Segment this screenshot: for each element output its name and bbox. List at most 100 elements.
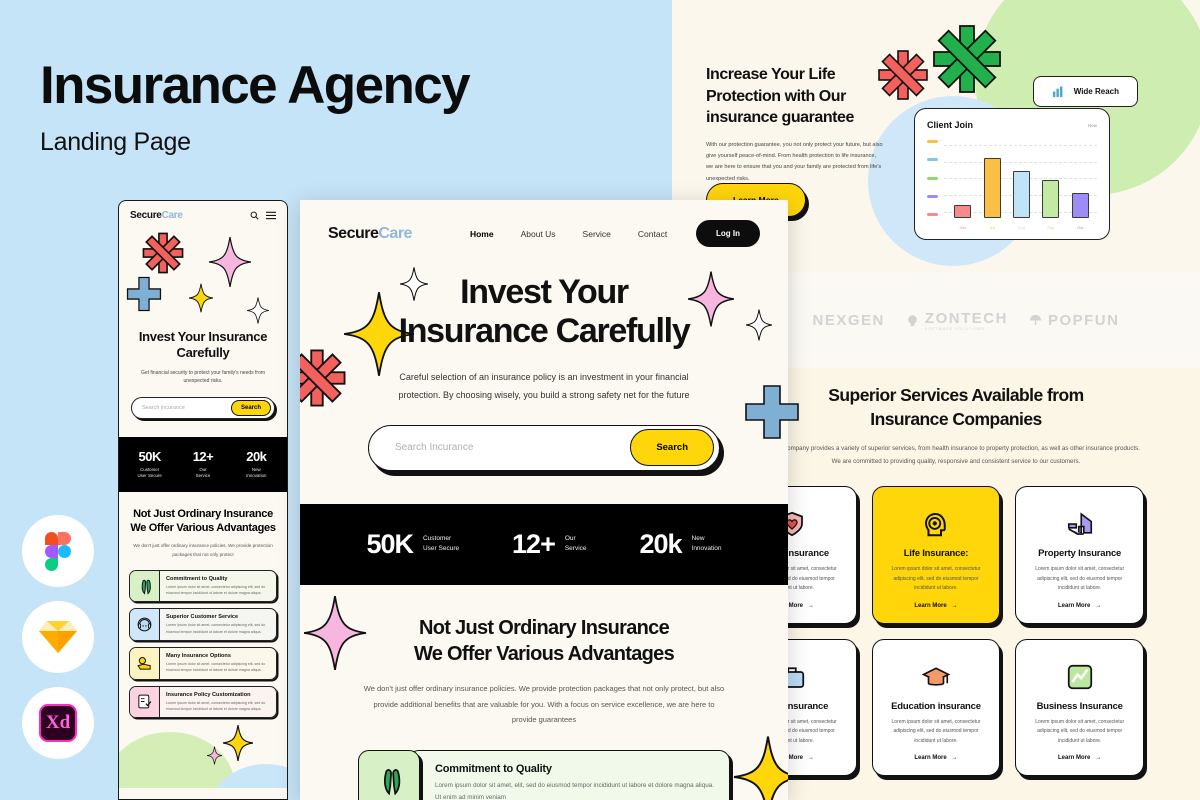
service-title: Property Insurance <box>1038 548 1122 560</box>
service-card[interactable]: Education insurance Lorem ipsum dolor si… <box>871 638 1001 777</box>
feature-icon-box <box>130 609 160 640</box>
white-sparkle-decoration <box>247 297 269 324</box>
chart-bars <box>948 152 1095 218</box>
arrow-right-icon: → <box>1095 755 1102 762</box>
pink-sparkle-decoration <box>207 746 222 765</box>
chart-bar <box>983 158 1001 218</box>
bar-chart-icon <box>1052 86 1063 98</box>
hamburger-menu-icon[interactable] <box>266 211 276 220</box>
stat-label: Customer User Secure <box>137 466 162 479</box>
nav-item-home[interactable]: Home <box>470 229 494 239</box>
stat-number: 20k <box>639 528 682 559</box>
arrow-right-icon: → <box>951 755 958 762</box>
advantage-desc: Lorem ipsum dolor sit amet, elit, sed do… <box>435 782 714 800</box>
service-learn-more-link[interactable]: Learn More → <box>914 746 957 761</box>
stat-item: 12+ Our Service <box>176 449 229 480</box>
services-grid: Health Insurance Lorem ipsum dolor sit a… <box>728 486 1144 777</box>
feature-icon-box <box>130 570 160 602</box>
list-item[interactable]: Many Insurance Options Lorem ipsum dolor… <box>129 646 277 680</box>
lightbulb-icon <box>908 314 917 326</box>
desktop-logo[interactable]: SecureCare <box>328 225 412 243</box>
mobile-mockup: SecureCare Invest Your Insurance Careful… <box>118 200 288 800</box>
feature-title: Many Insurance Options <box>166 652 231 659</box>
brand-tagline: SOFTWARE SOLUTIONS <box>924 326 985 331</box>
mobile-search-bar[interactable]: Search incurance Search <box>131 396 275 419</box>
brand-name: NEXGEN <box>812 311 885 329</box>
list-item[interactable]: Insurance Policy Customization Lorem ips… <box>129 685 277 719</box>
chart-bar-group <box>1042 152 1060 218</box>
service-title: Business Insurance <box>1036 700 1123 712</box>
advantage-title: Commitment to Quality <box>435 763 552 776</box>
chart-more-label[interactable]: New <box>1088 123 1097 128</box>
yellow-sparkle-decoration <box>734 736 788 800</box>
list-item[interactable]: Superior Customer Service Lorem ipsum do… <box>129 608 277 641</box>
service-desc: Lorem ipsum dolor sit amet, consectetur … <box>891 718 981 744</box>
chart-bar <box>954 204 972 218</box>
chart-legend-swatch <box>927 140 938 143</box>
service-learn-more-link[interactable]: Learn More → <box>1058 746 1101 761</box>
yellow-sparkle-decoration <box>189 283 213 313</box>
logo-text-primary: Secure <box>130 210 162 221</box>
stat-number: 50K <box>138 448 161 464</box>
hero-title-line2: Insurance Carefully <box>398 312 691 351</box>
chart-x-axis-labels: Jun Jul Aug Sep Oct <box>948 225 1095 230</box>
stat-label: New Innovation <box>691 534 722 553</box>
service-learn-more-link[interactable]: Learn More → <box>1058 594 1101 609</box>
services-title-line1: Superior Services Available from <box>828 385 1084 405</box>
search-icon[interactable] <box>250 211 259 220</box>
mobile-search-button[interactable]: Search <box>230 399 271 416</box>
service-learn-more-link[interactable]: Learn More → <box>914 594 957 609</box>
client-join-chart-card: Client Join New Jun Jul Aug Sep Oct <box>914 108 1110 240</box>
brand-name: POPFUN <box>1047 311 1120 329</box>
feature-desc: Lorem ipsum dolor sit amet, consectetur … <box>166 584 266 596</box>
service-desc: Lorem ipsum dolor sit amet, consectetur … <box>891 566 981 592</box>
desktop-mockup: SecureCare Home About Us Service Contact Lo… <box>300 200 788 800</box>
list-item[interactable]: Commitment to Quality Lorem ipsum dolor … <box>358 750 730 800</box>
page-title: Insurance Agency <box>40 56 471 115</box>
chart-bar-group <box>954 152 972 218</box>
mobile-hero-decorations <box>119 225 287 329</box>
chart-legend-swatch <box>927 213 938 216</box>
service-card[interactable]: Business Insurance Lorem ipsum dolor sit… <box>1015 638 1144 777</box>
figma-badge <box>22 515 94 587</box>
advantages-lead: We don't just offer ordinary insurance p… <box>363 683 725 725</box>
stat-item: 20k New Innovation <box>639 529 721 560</box>
design-tool-badges: Xd <box>22 515 94 759</box>
feature-desc: Lorem ipsum dolor sit amet, consectetur … <box>166 661 266 673</box>
chart-bar <box>1042 180 1060 218</box>
mobile-logo[interactable]: SecureCare <box>130 210 183 221</box>
chart-title: Client Join <box>927 120 974 130</box>
service-card[interactable]: Property Insurance Lorem ipsum dolor sit… <box>1015 486 1144 624</box>
feature-desc: Lorem ipsum dolor sit amet, consectetur … <box>166 700 266 711</box>
red-asterisk-decoration <box>142 232 184 274</box>
stat-number: 12+ <box>192 448 214 464</box>
nav-item-contact[interactable]: Contact <box>638 229 667 239</box>
wide-reach-label: Wide Reach <box>1073 87 1119 96</box>
wide-reach-badge[interactable]: Wide Reach <box>1032 76 1138 107</box>
nav-item-service[interactable]: Service <box>583 229 611 239</box>
hero-search-bar[interactable]: Search Incurance Search <box>368 424 720 471</box>
hand-coin-icon <box>137 656 151 670</box>
hero-search-placeholder: Search Incurance <box>395 442 474 454</box>
service-card[interactable]: Life Insurance: Lorem ipsum dolor sit am… <box>871 486 1001 624</box>
feature-desc: Lorem ipsum dolor sit amet, consectetur … <box>166 623 266 634</box>
mobile-stats-bar: 50K Customer User Secure 12+ Our Service 2… <box>119 436 287 492</box>
stat-label: Customer User Secure <box>422 534 460 553</box>
mobile-feature-list: Commitment to Quality Lorem ipsum dolor … <box>129 569 277 719</box>
praying-hands-icon <box>141 579 151 595</box>
mobile-hero-desc: Get financial security to protect your f… <box>140 369 266 385</box>
chart-legend-swatch <box>927 176 938 180</box>
chart-header: Client Join New <box>927 120 1097 130</box>
nav-item-about-us[interactable]: About Us <box>521 229 556 239</box>
chart-x-label: Jul <box>989 225 995 230</box>
service-icon <box>1065 504 1095 544</box>
list-item[interactable]: Commitment to Quality Lorem ipsum dolor … <box>129 569 277 603</box>
login-button[interactable]: Log In <box>696 220 760 247</box>
hero-search-button[interactable]: Search <box>630 429 714 467</box>
stat-item: 50K Customer User Secure <box>366 529 459 560</box>
brand-logo-nexgen: NEXGEN <box>813 312 885 329</box>
chart-bar <box>1012 171 1030 218</box>
figma-icon <box>45 532 71 571</box>
logo-text-primary: Secure <box>328 224 379 242</box>
chart-legend-swatch <box>927 194 938 198</box>
